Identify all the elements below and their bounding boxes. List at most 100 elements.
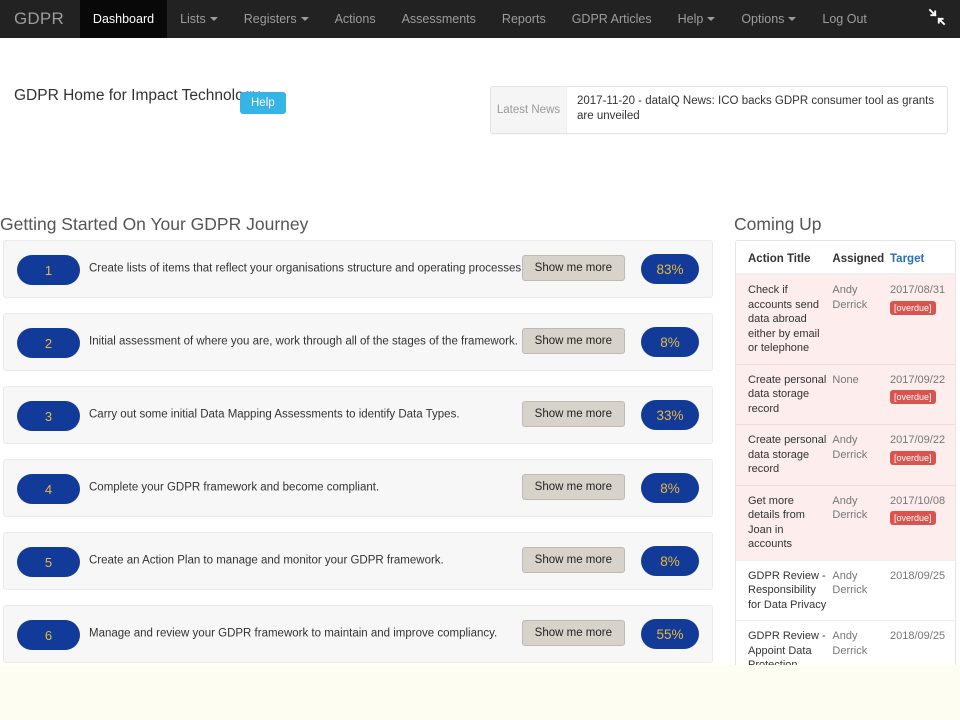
nav-item-label: GDPR Articles [571, 12, 652, 26]
target-cell: 2017/09/22 [overdue] [890, 363, 955, 425]
action-title-cell: Check if accounts send data abroad eithe… [736, 273, 833, 364]
target-cell: 2018/09/25 [890, 559, 955, 621]
nav-item-label: Registers [243, 12, 297, 26]
nav-item-log-out[interactable]: Log Out [809, 0, 879, 38]
journey-step-row: 2 Initial assessment of where you are, wo… [3, 313, 713, 371]
step-number-badge: 2 [17, 328, 80, 358]
nav-item-label: Options [741, 12, 785, 26]
nav-item-reports[interactable]: Reports [489, 0, 559, 38]
step-number-badge: 4 [17, 474, 80, 504]
nav-item-label: Actions [334, 12, 376, 26]
step-description: Create lists of items that reflect your … [89, 262, 525, 275]
step-description: Manage and review your GDPR framework to… [89, 627, 498, 640]
journey-step-row: 4 Complete your GDPR framework and become… [3, 459, 713, 517]
nav-item-assessments[interactable]: Assessments [389, 0, 489, 38]
column-header-action-title[interactable]: Action Title [736, 241, 833, 275]
nav-item-options[interactable]: Options [728, 0, 809, 38]
journey-step-row: 3 Carry out some initial Data Mapping Ass… [3, 386, 713, 444]
journey-steps-list: 1 Create lists of items that reflect your… [3, 240, 713, 678]
step-number-badge: 1 [17, 255, 80, 285]
step-description: Complete your GDPR framework and become … [89, 481, 380, 494]
target-date: 2018/09/25 [890, 630, 946, 642]
coming-up-section-title: Coming Up [734, 214, 822, 234]
nav-item-actions[interactable]: Actions [322, 0, 389, 38]
action-title-cell: Get more details from Joan in accounts [736, 484, 833, 560]
show-me-more-button[interactable]: Show me more [521, 328, 625, 354]
table-row[interactable]: GDPR Review - Responsibility for Data Pr… [736, 559, 955, 621]
help-button[interactable]: Help [240, 92, 286, 114]
table-row[interactable]: Get more details from Joan in accounts An… [736, 484, 955, 560]
target-cell: 2017/10/08 [overdue] [890, 484, 955, 560]
step-number-badge: 5 [17, 547, 80, 577]
overdue-badge: [overdue] [890, 390, 936, 404]
nav-item-help[interactable]: Help [665, 0, 729, 38]
nav-item-gdpr-articles[interactable]: GDPR Articles [559, 0, 665, 38]
show-me-more-button[interactable]: Show me more [521, 474, 625, 500]
step-progress-badge: 33% [641, 400, 699, 430]
nav-item-label: Dashboard [92, 12, 155, 26]
nav-item-label: Lists [180, 12, 206, 26]
show-me-more-button[interactable]: Show me more [521, 547, 625, 573]
nav-item-registers[interactable]: Registers [231, 0, 322, 38]
chevron-down-icon [209, 17, 218, 21]
table-header-row: Action Title Assigned Target [736, 241, 955, 275]
nav-item-label: Log Out [822, 12, 867, 26]
coming-up-table: Action Title Assigned Target Check if ac… [736, 241, 955, 720]
chevron-down-icon [788, 17, 797, 21]
show-me-more-button[interactable]: Show me more [521, 255, 625, 281]
target-date: 2018/09/25 [890, 569, 946, 582]
latest-news-text[interactable]: 2017-11-20 - dataIQ News: ICO backs GDPR… [567, 87, 947, 133]
table-row[interactable]: Create personal data storage record Andy … [736, 424, 955, 485]
page-header: GDPR Home for Impact Technology Help Lat… [0, 38, 960, 134]
overdue-badge: [overdue] [890, 450, 936, 465]
target-date: 2017/09/22 [890, 434, 946, 446]
nav-item-lists[interactable]: Lists [167, 0, 231, 38]
step-number-badge: 6 [17, 620, 80, 650]
step-progress-badge: 8% [641, 546, 699, 576]
overdue-badge: [overdue] [890, 300, 936, 315]
target-cell: 2017/09/22 [overdue] [890, 424, 955, 485]
show-me-more-button[interactable]: Show me more [521, 401, 625, 427]
step-progress-badge: 8% [641, 327, 699, 357]
nav-item-dashboard[interactable]: Dashboard [79, 0, 168, 38]
assigned-cell: None [832, 363, 891, 425]
nav-item-label: Assessments [401, 12, 476, 26]
journey-step-row: 6 Manage and review your GDPR framework t… [3, 605, 713, 663]
assigned-cell: Andy Derrick [832, 273, 891, 364]
latest-news-panel: Latest News 2017-11-20 - dataIQ News: IC… [490, 86, 948, 134]
chevron-down-icon [300, 17, 309, 21]
target-date: 2017/08/31 [890, 284, 946, 296]
column-header-assigned[interactable]: Assigned [832, 241, 891, 275]
page-root: GDPR Dashboard Lists Registers Actions Asses… [0, 0, 960, 720]
target-date: 2017/10/08 [890, 494, 946, 507]
step-description: Create an Action Plan to manage and moni… [89, 554, 444, 567]
step-progress-badge: 8% [641, 473, 699, 503]
main-navbar: GDPR Dashboard Lists Registers Actions Asses… [0, 0, 960, 38]
nav-item-label: Reports [501, 12, 546, 26]
overdue-badge: [overdue] [890, 511, 936, 525]
compress-icon[interactable] [928, 8, 946, 31]
assigned-cell: Andy Derrick [832, 424, 891, 485]
brand-logo[interactable]: GDPR [0, 0, 80, 38]
assigned-cell: Andy Derrick [832, 484, 891, 560]
step-description: Initial assessment of where you are, wor… [89, 335, 518, 348]
target-cell: 2017/08/31 [overdue] [890, 273, 955, 364]
step-progress-badge: 55% [641, 619, 699, 649]
step-description: Carry out some initial Data Mapping Asse… [89, 408, 460, 421]
latest-news-label: Latest News [491, 87, 567, 133]
journey-step-row: 5 Create an Action Plan to manage and mon… [3, 532, 713, 590]
table-row[interactable]: Create personal data storage record None 2… [736, 363, 955, 425]
navbar-right [928, 0, 960, 38]
target-date: 2017/09/22 [890, 373, 946, 386]
column-header-target[interactable]: Target [890, 241, 955, 275]
action-title-cell: Create personal data storage record [736, 424, 833, 485]
page-bottom-fill [0, 665, 960, 720]
action-title-cell: Create personal data storage record [736, 363, 833, 425]
table-row[interactable]: Check if accounts send data abroad eithe… [736, 273, 955, 364]
step-number-badge: 3 [17, 401, 80, 431]
assigned-cell: Andy Derrick [832, 559, 891, 621]
coming-up-table-body: Check if accounts send data abroad eithe… [736, 273, 955, 720]
show-me-more-button[interactable]: Show me more [521, 620, 625, 646]
nav-items: Dashboard Lists Registers Actions Assessment… [79, 0, 880, 38]
action-title-cell: GDPR Review - Responsibility for Data Pr… [736, 559, 833, 621]
